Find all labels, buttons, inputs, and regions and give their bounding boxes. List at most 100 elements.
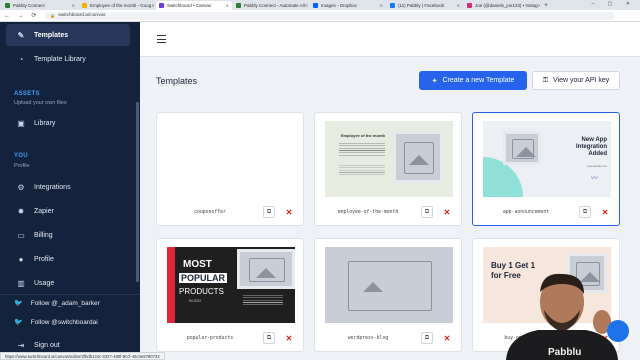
chat-widget-button[interactable] (607, 320, 629, 342)
close-icon[interactable]: ✕ (226, 3, 229, 8)
brand-watermark: Pabblu (548, 347, 582, 358)
browser-tab[interactable]: (11) Pabbly | Facebook ✕ (387, 1, 463, 10)
tab-favicon (390, 2, 395, 8)
view-api-key-button[interactable]: ⚿ View your API key (532, 71, 620, 90)
browser-tab-active[interactable]: Switchboard • Canvas ✕ (156, 0, 232, 10)
browser-tab[interactable]: Employee of the month - Goog ✕ (79, 1, 155, 10)
close-icon[interactable]: ✕ (305, 3, 308, 8)
template-card[interactable]: wordpress-blog ⧉ ✕ (314, 238, 462, 352)
browser-tab[interactable]: Images - Dropbox ✕ (310, 1, 386, 10)
window-controls[interactable]: – ▢ ✕ (592, 1, 636, 7)
sidebar-item-profile[interactable]: ● Profile (6, 248, 130, 270)
tab-label: (11) Pabbly | Facebook (398, 2, 445, 8)
close-icon[interactable]: ✕ (151, 3, 154, 8)
browser-tab[interactable]: Pabbly Connect ✕ (2, 1, 78, 10)
nav-buttons[interactable]: ← → ⟳ (4, 12, 39, 19)
follow-link-switchboard[interactable]: 🐦 Follow @switchboardai (14, 318, 98, 327)
close-icon[interactable]: ✕ (72, 3, 75, 8)
delete-icon[interactable]: ✕ (441, 332, 453, 344)
sidebar-item-label: Integrations (34, 183, 71, 191)
template-thumbnail[interactable] (167, 121, 295, 197)
template-thumbnail[interactable] (325, 247, 453, 323)
sidebar-item-label: Templates (34, 31, 69, 39)
sidebar-divider (0, 294, 140, 295)
duplicate-icon[interactable]: ⧉ (579, 206, 591, 218)
card-footer: wordpress-blog ⧉ ✕ (315, 325, 461, 351)
template-card[interactable]: couponoffer ⧉ ✕ (156, 112, 304, 226)
sidebar-item-zapier[interactable]: ✹ Zapier (6, 200, 130, 222)
duplicate-icon[interactable]: ⧉ (263, 206, 275, 218)
sidebar-item-template-library[interactable]: ◔ Template Library (6, 48, 130, 70)
tab-label: Employee of the month - Goog (90, 2, 152, 8)
image-icon: ▣ (17, 118, 25, 128)
sidebar-item-library[interactable]: ▣ Library (6, 112, 130, 134)
tab-favicon (313, 2, 318, 8)
browser-tab[interactable]: Pabbly Connect - Automate All ✕ (233, 1, 309, 10)
duplicate-icon[interactable]: ⧉ (263, 332, 275, 344)
close-icon[interactable]: ✕ (538, 3, 540, 8)
image-placeholder-icon (237, 249, 295, 289)
sidebar-item-label: Profile (34, 255, 54, 263)
tab-label: Switchboard • Canvas (167, 2, 212, 8)
page-title: Templates (156, 76, 198, 86)
sidebar-item-templates[interactable]: ✎ Templates (6, 24, 130, 46)
new-tab-button[interactable]: + (544, 2, 548, 9)
template-name: popular-products (186, 335, 234, 341)
button-label: Create a new Template (442, 77, 515, 84)
menu-icon[interactable] (157, 35, 166, 46)
duplicate-icon[interactable]: ⧉ (421, 332, 433, 344)
follow-link-adam[interactable]: 🐦 Follow @_adam_barker (14, 299, 100, 308)
sidebar-item-label: Usage (34, 279, 55, 287)
sidebar-scrollbar[interactable] (136, 102, 139, 282)
close-icon[interactable]: ✕ (380, 3, 383, 8)
template-thumbnail[interactable]: New App Integration Added www.website.co… (483, 121, 611, 197)
image-placeholder-icon (325, 247, 453, 323)
sidebar: ✎ Templates ◔ Template Library ASSETS Uplo… (0, 22, 140, 360)
thumb-text-lines (339, 143, 385, 157)
delete-icon[interactable]: ✕ (283, 206, 295, 218)
template-card-selected[interactable]: New App Integration Added www.website.co… (472, 112, 620, 226)
follow-label: Follow @_adam_barker (30, 299, 100, 307)
thumb-line: PRODUCTS (179, 287, 224, 296)
sidebar-item-label: Template Library (34, 55, 86, 63)
you-subheading: Profile (14, 163, 30, 169)
thumb-line: POPULAR (179, 273, 228, 283)
card-footer: app-announcement ⧉ ✕ (473, 199, 619, 225)
url-input[interactable]: 🔒 switchboard.ai/canvas (45, 11, 616, 20)
template-thumbnail[interactable]: MOST POPULAR PRODUCTS IN 2022 (167, 247, 295, 323)
user-icon: ● (18, 254, 24, 264)
template-thumbnail[interactable]: Employee of the month (325, 121, 453, 197)
image-placeholder-icon (503, 131, 541, 165)
template-name: wordpress-blog (347, 335, 389, 341)
sidebar-item-usage[interactable]: ▥ Usage (6, 272, 130, 294)
follow-label: Follow @switchboardai (30, 318, 98, 326)
browser-tab[interactable]: Joe (@daniels_joe123) • Instag ✕ (464, 1, 540, 10)
url-text: switchboard.ai/canvas (58, 13, 106, 18)
thumb-title: Employee of the month (340, 133, 386, 138)
template-name: app-announcement (502, 209, 550, 215)
close-icon[interactable]: ✕ (457, 3, 460, 8)
delete-icon[interactable]: ✕ (283, 332, 295, 344)
credit-card-icon: ▭ (17, 230, 25, 240)
tab-favicon (5, 2, 10, 8)
delete-icon[interactable]: ✕ (599, 206, 611, 218)
thumb-line: MOST (183, 259, 212, 270)
tab-label: Joe (@daniels_joe123) • Instag (475, 2, 538, 8)
sidebar-item-integrations[interactable]: ⚙ Integrations (6, 176, 130, 198)
thumb-swoosh: 〰 (591, 175, 598, 182)
sidebar-item-label: Zapier (34, 207, 54, 215)
thumb-url: www.website.com (587, 165, 607, 168)
sidebar-item-billing[interactable]: ▭ Billing (6, 224, 130, 246)
delete-icon[interactable]: ✕ (441, 206, 453, 218)
lock-icon: 🔒 (50, 13, 56, 18)
thumb-title: New App Integration Added (576, 137, 607, 157)
button-label: View your API key (553, 77, 610, 84)
duplicate-icon[interactable]: ⧉ (421, 206, 433, 218)
card-footer: popular-products ⧉ ✕ (157, 325, 303, 351)
create-template-button[interactable]: ✦ Create a new Template (419, 71, 527, 90)
template-card[interactable]: MOST POPULAR PRODUCTS IN 2022 popular-pr… (156, 238, 304, 352)
top-bar (140, 22, 640, 57)
zapier-icon: ✹ (17, 206, 25, 216)
library-icon: ◔ (18, 54, 24, 64)
template-card[interactable]: Employee of the month employee-of-the-mo… (314, 112, 462, 226)
